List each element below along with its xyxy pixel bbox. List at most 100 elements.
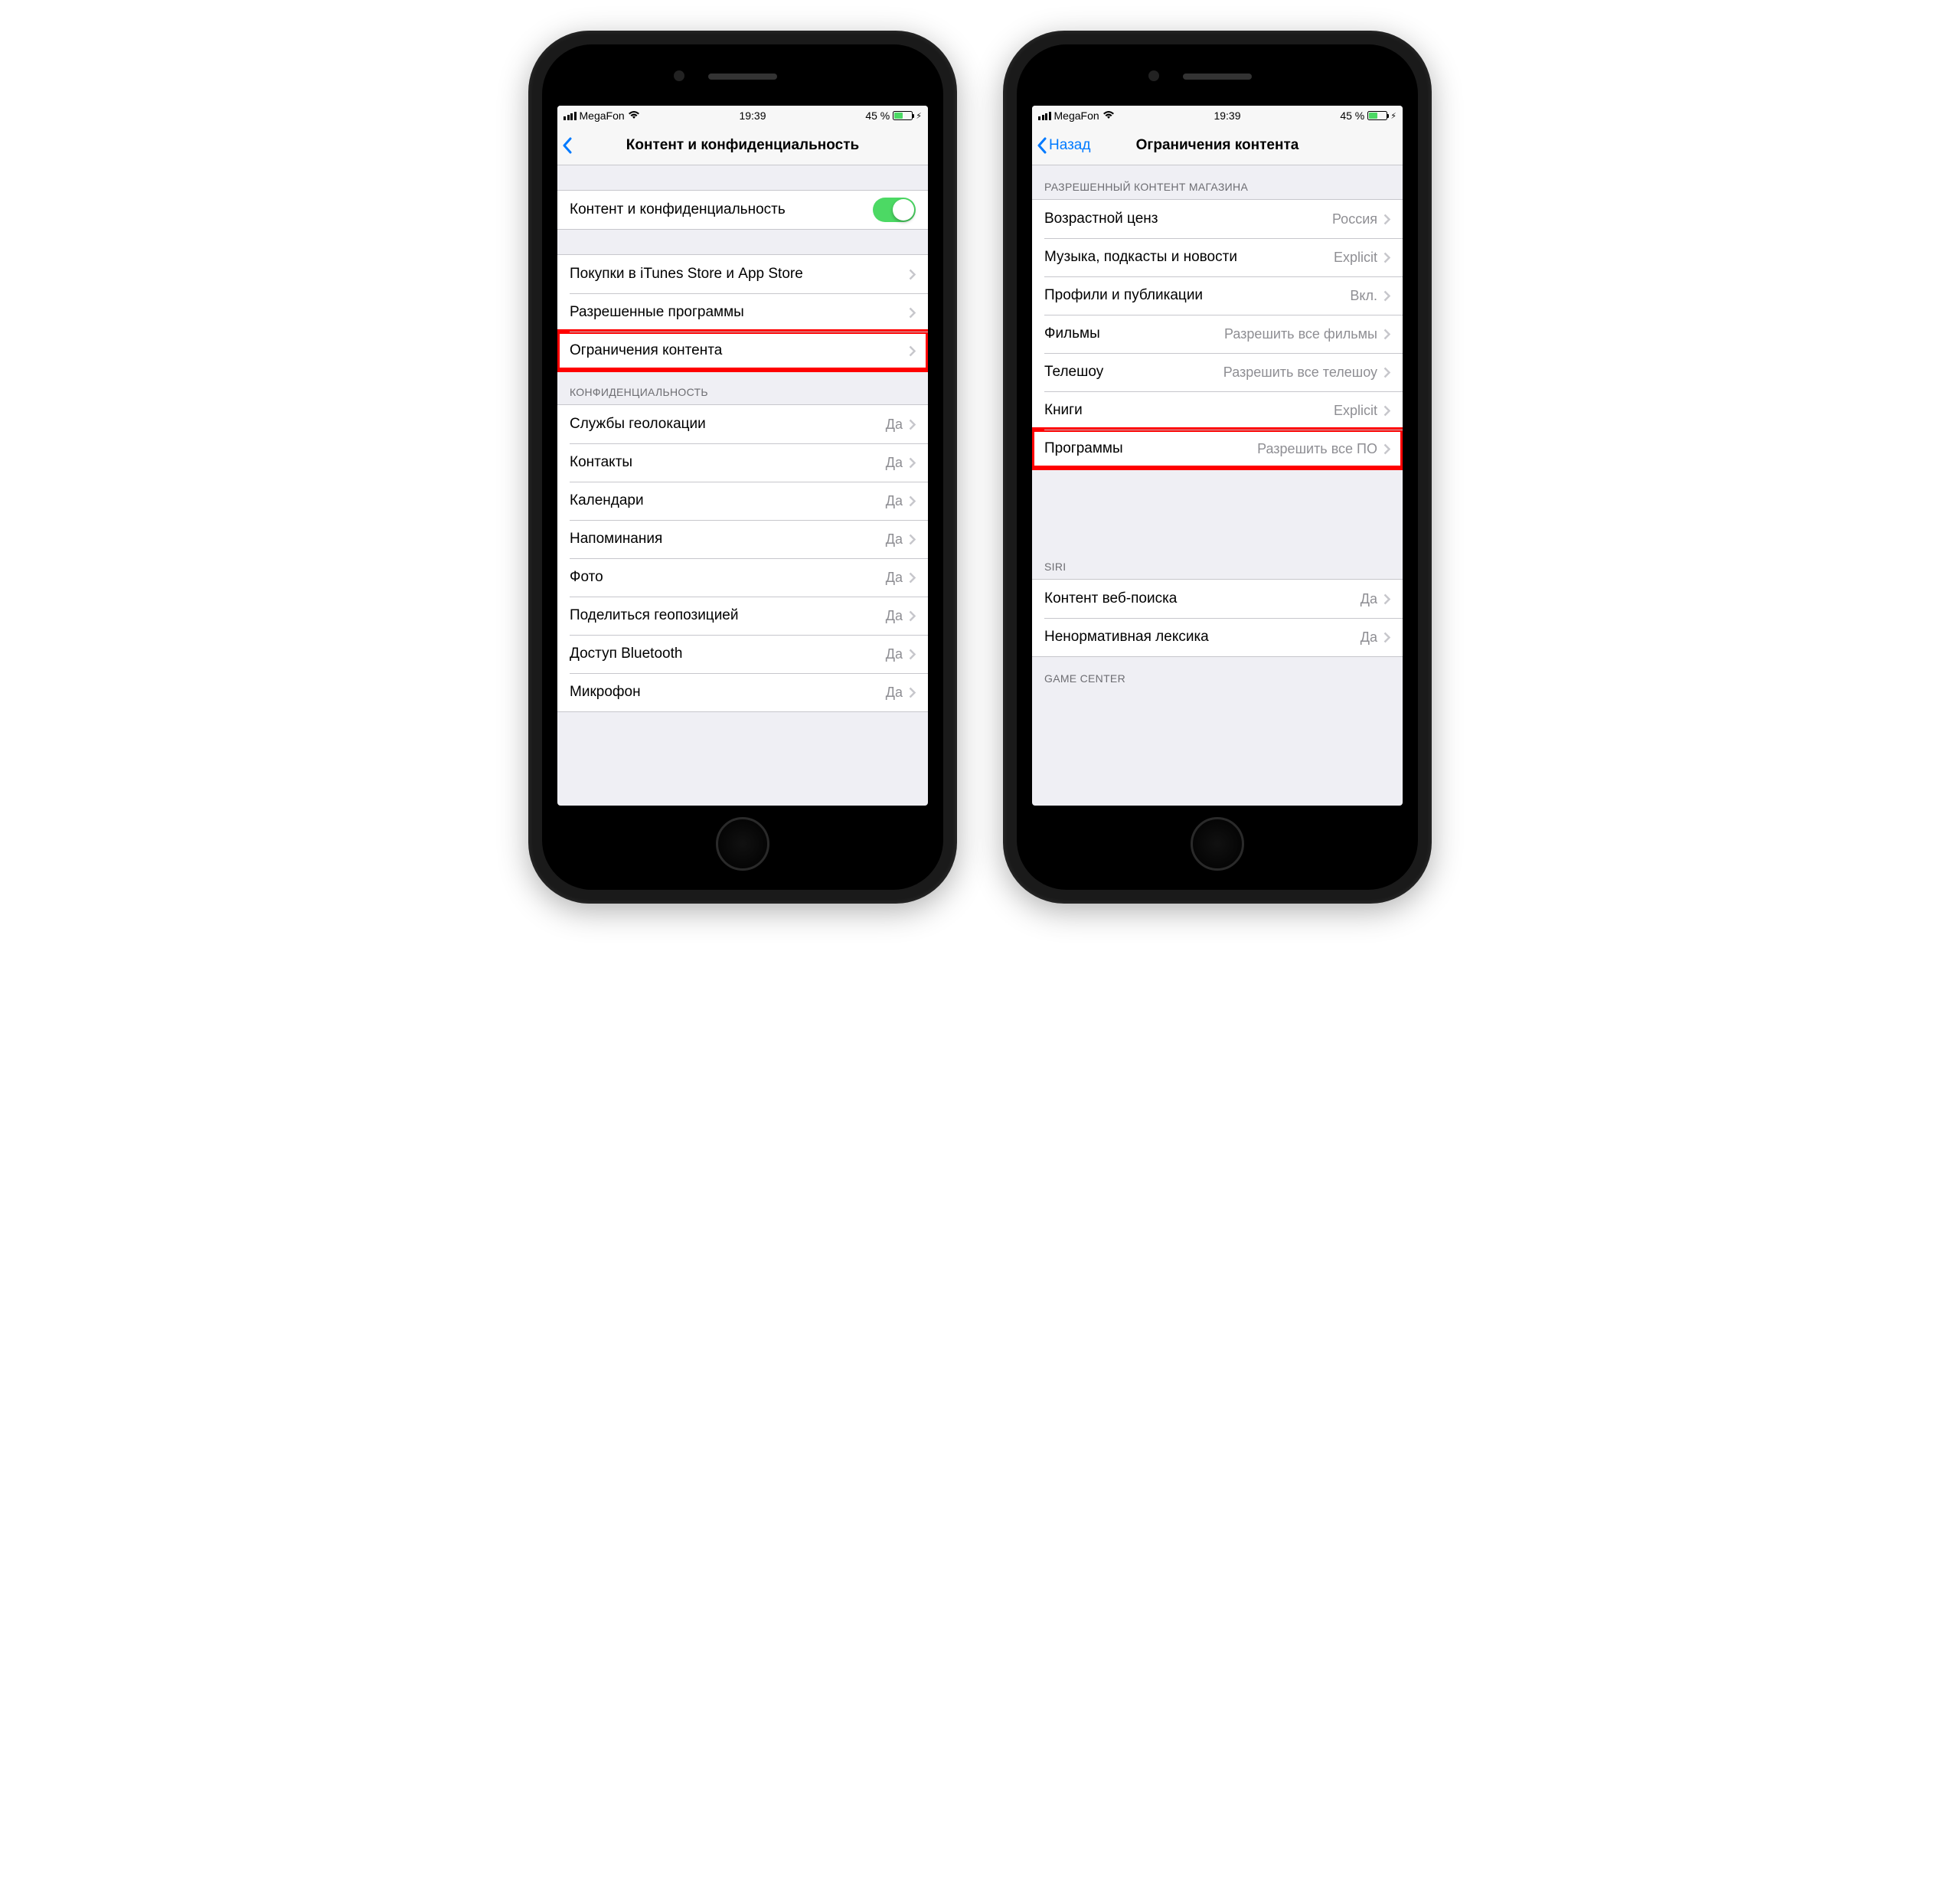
phone-right: MegaFon 19:39 45 % ⚡︎ Назад Ограничен — [1003, 31, 1432, 904]
siri-group: Контент веб-поискаДаНенормативная лексик… — [1032, 579, 1403, 657]
phone-left: MegaFon 19:39 45 % ⚡︎ Контент и конфиден… — [528, 31, 957, 904]
row-value: Да — [886, 455, 903, 471]
nav-bar: Назад Ограничения контента — [1032, 126, 1403, 165]
phone-camera — [1148, 70, 1159, 81]
row-label: Разрешенные программы — [570, 304, 909, 321]
chevron-right-icon — [909, 307, 916, 319]
battery-icon — [893, 111, 913, 120]
row-value: Да — [886, 570, 903, 586]
content-right: РАЗРЕШЕННЫЙ КОНТЕНТ МАГАЗИНА Возрастной … — [1032, 165, 1403, 806]
row-label: Контент и конфиденциальность — [570, 201, 873, 218]
store-row[interactable]: Профили и публикацииВкл. — [1032, 276, 1403, 315]
status-time: 19:39 — [739, 110, 766, 122]
row-label: Службы геолокации — [570, 416, 886, 433]
nav-title: Контент и конфиденциальность — [557, 137, 928, 154]
chevron-right-icon — [1383, 405, 1390, 417]
privacy-row[interactable]: КонтактыДа — [557, 443, 928, 482]
content-left: Контент и конфиденциальность Покупки в i… — [557, 165, 928, 806]
chevron-right-icon — [1383, 252, 1390, 263]
row-label: Календари — [570, 492, 886, 509]
toggle-switch[interactable] — [873, 198, 916, 222]
store-row[interactable]: ФильмыРазрешить все фильмы — [1032, 315, 1403, 353]
section-header-privacy: КОНФИДЕНЦИАЛЬНОСТЬ — [557, 371, 928, 404]
row-label: Возрастной ценз — [1044, 211, 1332, 227]
main-row[interactable]: Разрешенные программы — [557, 293, 928, 332]
siri-row[interactable]: Ненормативная лексикаДа — [1032, 618, 1403, 656]
status-time: 19:39 — [1214, 110, 1240, 122]
row-label: Напоминания — [570, 531, 886, 548]
carrier-label: MegaFon — [580, 110, 625, 122]
section-header-gamecenter: GAME CENTER — [1032, 657, 1403, 691]
chevron-right-icon — [909, 457, 916, 469]
chevron-left-icon — [562, 137, 573, 154]
carrier-label: MegaFon — [1054, 110, 1099, 122]
back-button[interactable] — [557, 137, 573, 154]
row-value: Разрешить все ПО — [1257, 441, 1377, 457]
chevron-right-icon — [909, 534, 916, 545]
store-row[interactable]: ТелешоуРазрешить все телешоу — [1032, 353, 1403, 391]
row-label: Ненормативная лексика — [1044, 629, 1361, 646]
store-group: Возрастной цензРоссияМузыка, подкасты и … — [1032, 199, 1403, 469]
chevron-right-icon — [909, 269, 916, 280]
row-value: Да — [886, 417, 903, 433]
privacy-row[interactable]: Службы геолокацииДа — [557, 405, 928, 443]
row-content-privacy-toggle[interactable]: Контент и конфиденциальность — [557, 191, 928, 229]
chevron-right-icon — [909, 687, 916, 698]
chevron-right-icon — [909, 610, 916, 622]
battery-icon — [1367, 111, 1387, 120]
main-row[interactable]: Покупки в iTunes Store и App Store — [557, 255, 928, 293]
nav-bar: Контент и конфиденциальность — [557, 126, 928, 165]
privacy-row[interactable]: КалендариДа — [557, 482, 928, 520]
home-button[interactable] — [716, 817, 769, 871]
section-header-store: РАЗРЕШЕННЫЙ КОНТЕНТ МАГАЗИНА — [1032, 165, 1403, 199]
row-value: Да — [886, 685, 903, 701]
charging-icon: ⚡︎ — [1390, 111, 1396, 121]
privacy-row[interactable]: Поделиться геопозициейДа — [557, 597, 928, 635]
chevron-left-icon — [1037, 137, 1047, 154]
toggle-group: Контент и конфиденциальность — [557, 190, 928, 230]
store-row[interactable]: ПрограммыРазрешить все ПО — [1032, 430, 1403, 468]
store-row[interactable]: КнигиExplicit — [1032, 391, 1403, 430]
privacy-row[interactable]: НапоминанияДа — [557, 520, 928, 558]
row-label: Поделиться геопозицией — [570, 607, 886, 624]
store-row[interactable]: Музыка, подкасты и новостиExplicit — [1032, 238, 1403, 276]
row-label: Фильмы — [1044, 325, 1224, 342]
siri-row[interactable]: Контент веб-поискаДа — [1032, 580, 1403, 618]
row-label: Телешоу — [1044, 364, 1223, 381]
store-row[interactable]: Возрастной цензРоссия — [1032, 200, 1403, 238]
chevron-right-icon — [909, 649, 916, 660]
privacy-group: Службы геолокацииДаКонтактыДаКалендариДа… — [557, 404, 928, 712]
row-value: Да — [886, 531, 903, 548]
privacy-row[interactable]: ФотоДа — [557, 558, 928, 597]
row-value: Да — [886, 646, 903, 662]
row-value: Разрешить все фильмы — [1224, 326, 1377, 342]
back-button[interactable]: Назад — [1032, 137, 1090, 154]
row-label: Контакты — [570, 454, 886, 471]
row-label: Музыка, подкасты и новости — [1044, 249, 1334, 266]
signal-icon — [1038, 112, 1051, 120]
row-value: Да — [886, 493, 903, 509]
battery-pct: 45 % — [865, 110, 890, 122]
privacy-row[interactable]: МикрофонДа — [557, 673, 928, 711]
chevron-right-icon — [1383, 290, 1390, 302]
row-label: Фото — [570, 569, 886, 586]
main-row[interactable]: Ограничения контента — [557, 332, 928, 370]
screen-left: MegaFon 19:39 45 % ⚡︎ Контент и конфиден… — [557, 106, 928, 806]
chevron-right-icon — [1383, 214, 1390, 225]
chevron-right-icon — [1383, 593, 1390, 605]
screen-right: MegaFon 19:39 45 % ⚡︎ Назад Ограничен — [1032, 106, 1403, 806]
chevron-right-icon — [909, 495, 916, 507]
main-group: Покупки в iTunes Store и App Store Разреш… — [557, 254, 928, 371]
row-value: Вкл. — [1350, 288, 1377, 304]
phone-camera — [674, 70, 684, 81]
row-label: Книги — [1044, 402, 1334, 419]
wifi-icon — [628, 110, 640, 122]
chevron-right-icon — [1383, 367, 1390, 378]
back-label: Назад — [1049, 137, 1090, 154]
row-label: Программы — [1044, 440, 1257, 457]
home-button[interactable] — [1191, 817, 1244, 871]
battery-pct: 45 % — [1340, 110, 1364, 122]
privacy-row[interactable]: Доступ BluetoothДа — [557, 635, 928, 673]
row-label: Контент веб-поиска — [1044, 590, 1361, 607]
row-label: Покупки в iTunes Store и App Store — [570, 266, 909, 283]
